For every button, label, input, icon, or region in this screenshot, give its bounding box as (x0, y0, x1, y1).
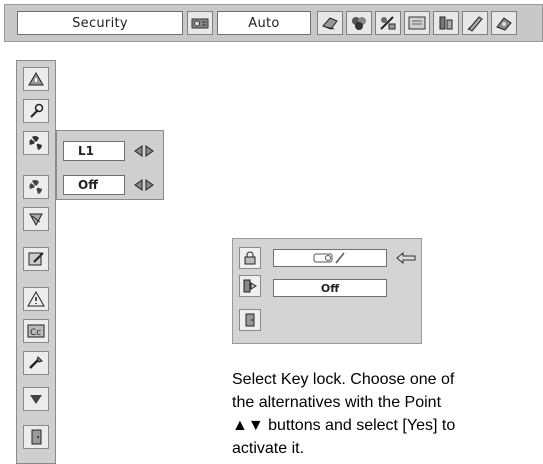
key-lock-value[interactable] (273, 249, 387, 267)
warning-icon[interactable] (23, 287, 49, 311)
left-right-arrows-icon[interactable] (131, 142, 157, 160)
input-icon[interactable] (23, 67, 49, 91)
instruction-line: ▲▼ buttons and select [Yes] to (232, 417, 456, 434)
instruction-line: Select Key lock. Choose one of (232, 371, 455, 388)
setting-icon[interactable] (433, 11, 459, 35)
tools-icon[interactable] (23, 351, 49, 375)
pin-lock-value[interactable]: Off (273, 279, 387, 297)
closed-caption-icon[interactable]: Cc (23, 319, 49, 343)
projector-icon[interactable] (187, 11, 213, 35)
monitor-icon[interactable] (317, 11, 343, 35)
projector-key-icon (313, 252, 345, 264)
svg-text:Cc: Cc (30, 328, 41, 338)
top-menu-bar: Security Auto (4, 4, 543, 42)
key-lock-panel: Off (232, 238, 422, 344)
lamp-icon[interactable] (23, 207, 49, 231)
color-icon[interactable] (346, 11, 372, 35)
exit-icon[interactable] (239, 309, 261, 331)
instruction-line: the alternatives with the Point (232, 394, 442, 411)
image-icon[interactable] (375, 11, 401, 35)
security-submenu: L1 Off (56, 130, 164, 200)
lock-level-value[interactable]: L1 (63, 141, 125, 161)
mode-display[interactable]: Auto (217, 11, 311, 35)
note-icon[interactable] (23, 247, 49, 271)
left-right-arrows-icon[interactable] (131, 176, 157, 194)
menu-title: Security (17, 11, 183, 35)
fan-icon[interactable] (23, 175, 49, 199)
lock-icon[interactable] (239, 247, 261, 269)
instruction-line: activate it. (232, 440, 305, 457)
screen-icon[interactable] (404, 11, 430, 35)
wrench-icon[interactable] (23, 99, 49, 123)
down-arrow-icon[interactable] (23, 387, 49, 411)
selection-arrow-icon (395, 251, 417, 265)
pen-icon[interactable] (462, 11, 488, 35)
instructions-text: Select Key lock. Choose one of the alter… (232, 368, 543, 460)
fan-auto-icon[interactable] (23, 131, 49, 155)
gear-icon[interactable] (491, 11, 517, 35)
left-menu: Cc (16, 60, 56, 464)
exit-icon[interactable] (23, 425, 49, 449)
lock-status-value[interactable]: Off (63, 175, 125, 195)
pin-icon[interactable] (239, 275, 261, 297)
